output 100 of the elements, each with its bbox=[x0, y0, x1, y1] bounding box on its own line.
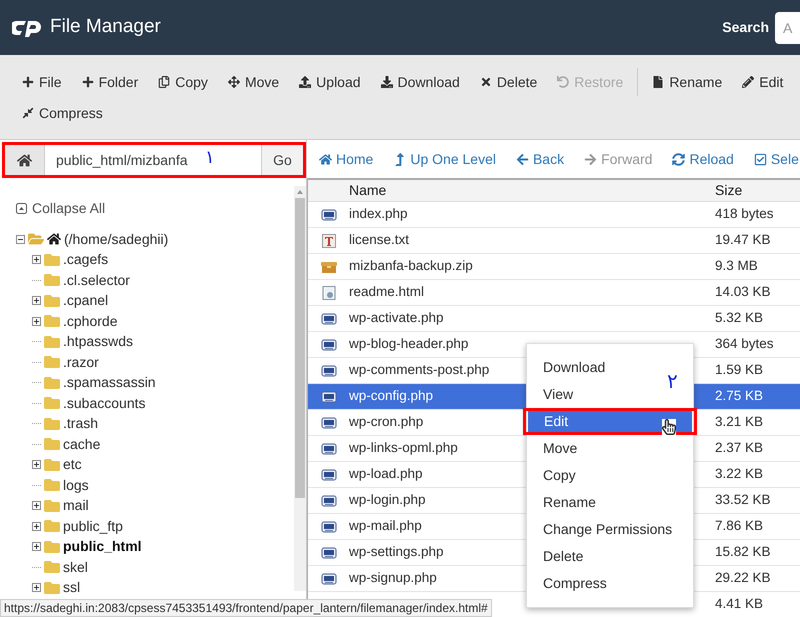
expand-icon[interactable] bbox=[32, 255, 41, 264]
toolbar-button[interactable]: Copy bbox=[148, 68, 218, 96]
file-row[interactable]: license.txt 19.47 KB bbox=[308, 228, 800, 254]
html-file-icon bbox=[320, 284, 336, 300]
column-header[interactable]: Size bbox=[715, 180, 742, 201]
php-file-icon bbox=[320, 388, 336, 404]
nav-button[interactable]: Home bbox=[319, 148, 374, 170]
home-button[interactable] bbox=[5, 145, 45, 175]
nav-button[interactable]: Back bbox=[516, 148, 564, 170]
expand-icon[interactable] bbox=[32, 583, 41, 592]
tree-item[interactable]: logs bbox=[63, 474, 89, 496]
tree-item[interactable]: .cpanel bbox=[63, 290, 108, 312]
file-size: 14.03 KB bbox=[715, 283, 771, 302]
tree-item[interactable]: .cphorde bbox=[63, 310, 118, 332]
file-icon bbox=[652, 76, 664, 88]
expand-icon[interactable] bbox=[32, 316, 41, 326]
expand-icon[interactable] bbox=[32, 296, 41, 306]
toolbar-button[interactable]: Compress bbox=[12, 99, 113, 127]
undo-icon bbox=[557, 76, 570, 88]
php-file-icon bbox=[320, 336, 336, 352]
toolbar-button[interactable]: Upload bbox=[289, 68, 371, 96]
file-row[interactable]: readme.html 14.03 KB bbox=[308, 280, 800, 306]
annotation-number: ١ bbox=[205, 146, 215, 168]
php-file-icon bbox=[320, 440, 336, 456]
home-icon bbox=[47, 232, 61, 246]
tree-item[interactable]: skel bbox=[63, 556, 88, 578]
folder-icon bbox=[44, 292, 60, 309]
file-name: wp-comments-post.php bbox=[349, 362, 490, 378]
tree-item[interactable]: .htpasswds bbox=[63, 331, 134, 352]
toolbar-button[interactable]: Download bbox=[370, 68, 470, 96]
menu-item[interactable]: Rename bbox=[527, 489, 693, 516]
file-size: 3.21 KB bbox=[715, 413, 764, 432]
search-field[interactable]: A bbox=[775, 12, 800, 44]
tree-item[interactable]: public_html bbox=[63, 536, 142, 558]
tree-item[interactable]: .cagefs bbox=[63, 249, 108, 270]
file-size: 364 bytes bbox=[715, 335, 774, 354]
tree-item[interactable]: .trash bbox=[63, 413, 98, 434]
pencil-icon bbox=[742, 76, 754, 88]
folder-icon bbox=[44, 538, 60, 555]
file-row[interactable]: wp-activate.php 5.32 KB bbox=[308, 306, 800, 332]
menu-item[interactable]: Change Permissions bbox=[527, 516, 693, 543]
tree-item[interactable]: .spamassassin bbox=[63, 372, 156, 394]
folder-icon bbox=[44, 416, 60, 432]
nav-button[interactable]: Reload bbox=[672, 148, 734, 170]
expand-icon[interactable] bbox=[32, 460, 41, 470]
tree-item[interactable]: ssl bbox=[63, 577, 80, 598]
collapse-icon[interactable] bbox=[16, 234, 25, 244]
level-up-icon bbox=[393, 152, 406, 166]
folder-icon bbox=[44, 334, 60, 350]
tree-item[interactable]: public_ftp bbox=[63, 516, 123, 537]
compress-icon bbox=[22, 107, 34, 119]
status-bar: https://sadeghi.in:2083/cpsess7453351493/frontend/paper_lantern/filemanager/index.html# bbox=[0, 599, 492, 617]
file-name: wp-signup.php bbox=[349, 570, 437, 586]
toolbar-button[interactable]: Edit bbox=[732, 68, 794, 96]
plus-icon bbox=[82, 76, 94, 88]
tree-item[interactable]: .subaccounts bbox=[63, 392, 146, 414]
go-button[interactable]: Go bbox=[261, 145, 303, 175]
toolbar-button[interactable]: File bbox=[12, 68, 72, 96]
toolbar-button[interactable]: Move bbox=[218, 68, 290, 96]
menu-item[interactable]: Copy bbox=[527, 462, 693, 489]
folder-icon bbox=[44, 580, 60, 596]
expand-icon[interactable] bbox=[32, 501, 41, 510]
toolbar-button[interactable]: Rename bbox=[642, 68, 732, 96]
nav-button[interactable]: Sele bbox=[754, 148, 799, 170]
tree-item[interactable]: .cl.selector bbox=[63, 270, 130, 291]
menu-item[interactable]: Delete bbox=[527, 543, 693, 570]
file-row[interactable]: mizbanfa-backup.zip 9.3 MB bbox=[308, 254, 800, 280]
tree-item[interactable]: .razor bbox=[63, 352, 99, 373]
scrollbar[interactable] bbox=[294, 186, 306, 591]
plus-icon bbox=[22, 76, 34, 88]
folder-icon bbox=[44, 436, 60, 452]
arrow-right-icon bbox=[584, 152, 598, 166]
folder-icon bbox=[44, 395, 60, 412]
expand-icon[interactable] bbox=[32, 522, 41, 531]
folder-icon bbox=[44, 456, 60, 473]
tree-item[interactable]: mail bbox=[63, 495, 89, 516]
expand-icon[interactable] bbox=[32, 542, 41, 552]
collapse-all-button[interactable]: Collapse All bbox=[16, 198, 106, 219]
toolbar-button[interactable]: Folder bbox=[72, 68, 148, 96]
search-label: Search bbox=[722, 18, 769, 37]
menu-item[interactable]: Compress bbox=[527, 570, 693, 597]
php-file-icon bbox=[320, 414, 336, 430]
file-name: wp-login.php bbox=[349, 492, 426, 508]
tree-item[interactable]: cache bbox=[63, 434, 100, 455]
file-size: 2.75 KB bbox=[715, 387, 764, 406]
menu-item[interactable]: Move bbox=[527, 435, 693, 462]
folder-icon bbox=[44, 477, 60, 494]
tree-item[interactable]: (/home/sadeghii) bbox=[64, 228, 168, 250]
menu-item[interactable]: Edit bbox=[528, 411, 692, 432]
file-name: wp-cron.php bbox=[349, 414, 424, 430]
file-name: wp-blog-header.php bbox=[349, 336, 468, 352]
file-row[interactable]: index.php 418 bytes bbox=[308, 202, 800, 228]
column-header[interactable]: Name bbox=[349, 180, 715, 201]
file-name: wp-mail.php bbox=[349, 518, 422, 534]
nav-button[interactable]: Up One Level bbox=[393, 148, 496, 170]
tree-item[interactable]: etc bbox=[63, 454, 82, 476]
file-size: 4.41 KB bbox=[715, 595, 764, 614]
pointer-cursor-icon bbox=[662, 418, 676, 434]
toolbar-button[interactable]: Delete bbox=[470, 68, 548, 96]
file-size: 15.82 KB bbox=[715, 543, 771, 562]
